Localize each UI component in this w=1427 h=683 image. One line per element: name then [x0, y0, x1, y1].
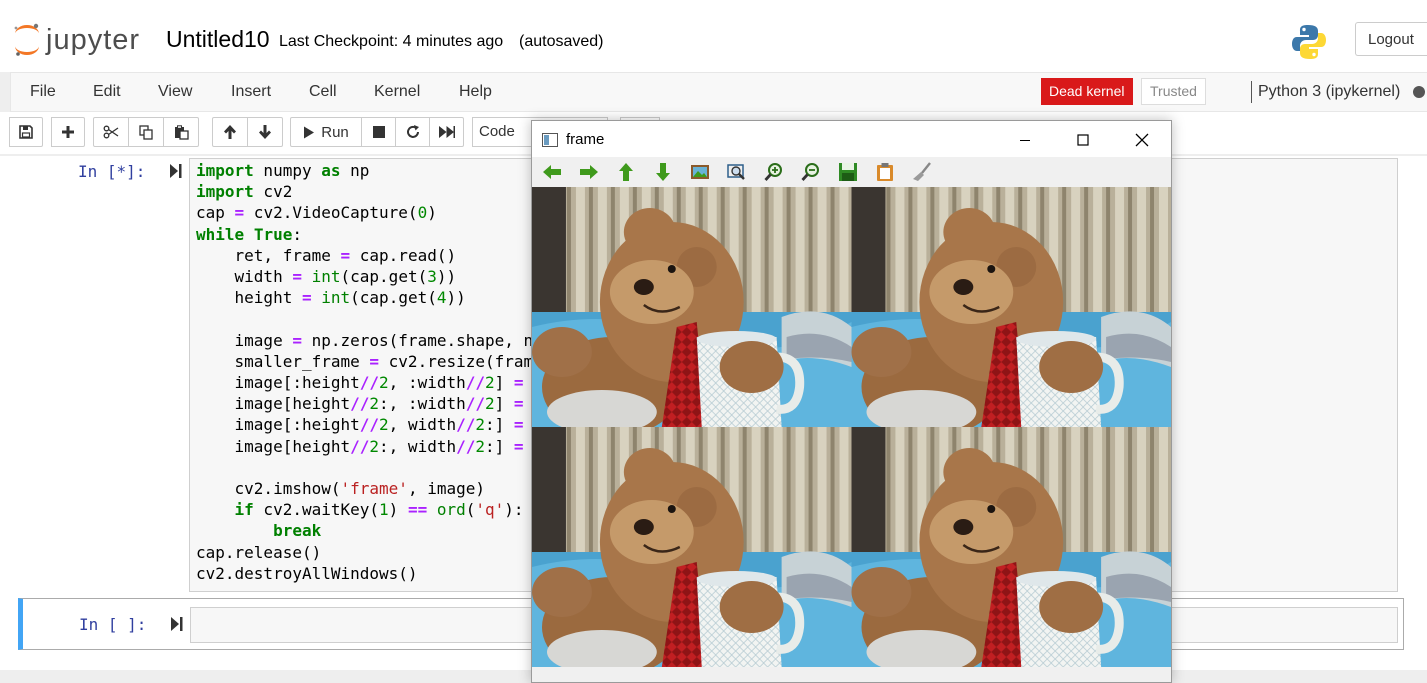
save-icon	[19, 125, 33, 139]
menu-view[interactable]: View	[158, 83, 192, 101]
save-icon[interactable]	[838, 162, 858, 182]
close-button[interactable]	[1119, 127, 1165, 153]
window-app-icon	[542, 133, 558, 147]
python-logo-icon	[1292, 25, 1326, 59]
arrow-left-icon[interactable]	[542, 162, 562, 182]
restart-run-all-button[interactable]	[429, 117, 464, 147]
menu-file[interactable]: File	[30, 83, 56, 101]
notebook-title[interactable]: Untitled10	[166, 26, 270, 53]
menu-help[interactable]: Help	[459, 83, 492, 101]
run-button-label: Run	[321, 123, 349, 141]
menu-insert[interactable]: Insert	[231, 83, 271, 101]
save-button[interactable]	[9, 117, 43, 147]
close-icon	[1135, 133, 1149, 147]
window-status-bar	[532, 667, 1171, 682]
brush-icon[interactable]	[912, 162, 932, 182]
run-button[interactable]: Run	[290, 117, 362, 147]
zoom-in-icon[interactable]	[764, 162, 784, 182]
kernel-indicator-icon	[1413, 86, 1425, 98]
copy-cell-button[interactable]	[128, 117, 164, 147]
notebook-header: jupyter Untitled10 Last Checkpoint: 4 mi…	[0, 0, 1427, 72]
kernel-name: Python 3 (ipykernel)	[1258, 83, 1401, 100]
autosave-status: (autosaved)	[519, 33, 604, 50]
arrow-down-icon	[259, 125, 271, 139]
run-cell-icon[interactable]	[171, 617, 183, 631]
minimize-icon	[1020, 140, 1030, 141]
paste-icon	[174, 124, 189, 140]
fast-forward-icon	[438, 126, 455, 138]
video-frame-image	[532, 187, 1171, 667]
jupyter-logo[interactable]: jupyter	[12, 22, 152, 62]
run-cell-icon[interactable]	[170, 164, 182, 178]
menu-cell[interactable]: Cell	[309, 83, 337, 101]
cut-cell-button[interactable]	[93, 117, 129, 147]
arrow-right-icon[interactable]	[579, 162, 599, 182]
restart-kernel-button[interactable]	[395, 117, 430, 147]
stop-icon	[372, 126, 385, 138]
input-prompt: In [*]:	[78, 162, 146, 181]
interrupt-kernel-button[interactable]	[361, 117, 396, 147]
kernel-separator	[1251, 81, 1252, 103]
input-prompt: In [ ]:	[79, 615, 147, 634]
opencv-frame-window[interactable]: frame	[531, 120, 1172, 683]
minimize-button[interactable]	[1002, 127, 1048, 153]
clipboard-icon[interactable]	[875, 162, 895, 182]
dead-kernel-badge[interactable]: Dead kernel	[1041, 78, 1133, 105]
arrow-up-icon[interactable]	[616, 162, 636, 182]
arrow-up-icon	[224, 125, 236, 139]
window-titlebar[interactable]: frame	[532, 121, 1171, 157]
menu-edit[interactable]: Edit	[93, 83, 121, 101]
play-icon	[304, 126, 315, 138]
maximize-icon	[1077, 134, 1089, 146]
plus-icon	[62, 126, 74, 138]
zoom-fit-icon[interactable]	[727, 162, 747, 182]
menu-kernel[interactable]: Kernel	[374, 83, 420, 101]
scissors-icon	[103, 125, 119, 139]
window-title: frame	[566, 131, 605, 148]
jupyter-logo-text: jupyter	[46, 24, 141, 56]
maximize-button[interactable]	[1060, 127, 1106, 153]
paste-cell-button[interactable]	[163, 117, 199, 147]
move-up-button[interactable]	[212, 117, 248, 147]
menu-bar: File Edit View Insert Cell Kernel Help D…	[10, 72, 1427, 112]
window-toolbar	[532, 157, 1171, 187]
arrow-down-icon[interactable]	[653, 162, 673, 182]
logout-button[interactable]: Logout	[1355, 22, 1427, 56]
image-icon[interactable]	[690, 162, 710, 182]
checkpoint-status: Last Checkpoint: 4 minutes ago	[279, 33, 504, 50]
copy-icon	[138, 124, 153, 140]
trusted-badge[interactable]: Trusted	[1141, 78, 1206, 105]
insert-cell-button[interactable]	[51, 117, 85, 147]
code-content[interactable]: import numpy as np import cv2 cap = cv2.…	[196, 160, 533, 584]
zoom-out-icon[interactable]	[801, 162, 821, 182]
restart-icon	[406, 125, 419, 138]
move-down-button[interactable]	[247, 117, 283, 147]
jupyter-logo-icon	[14, 23, 39, 56]
